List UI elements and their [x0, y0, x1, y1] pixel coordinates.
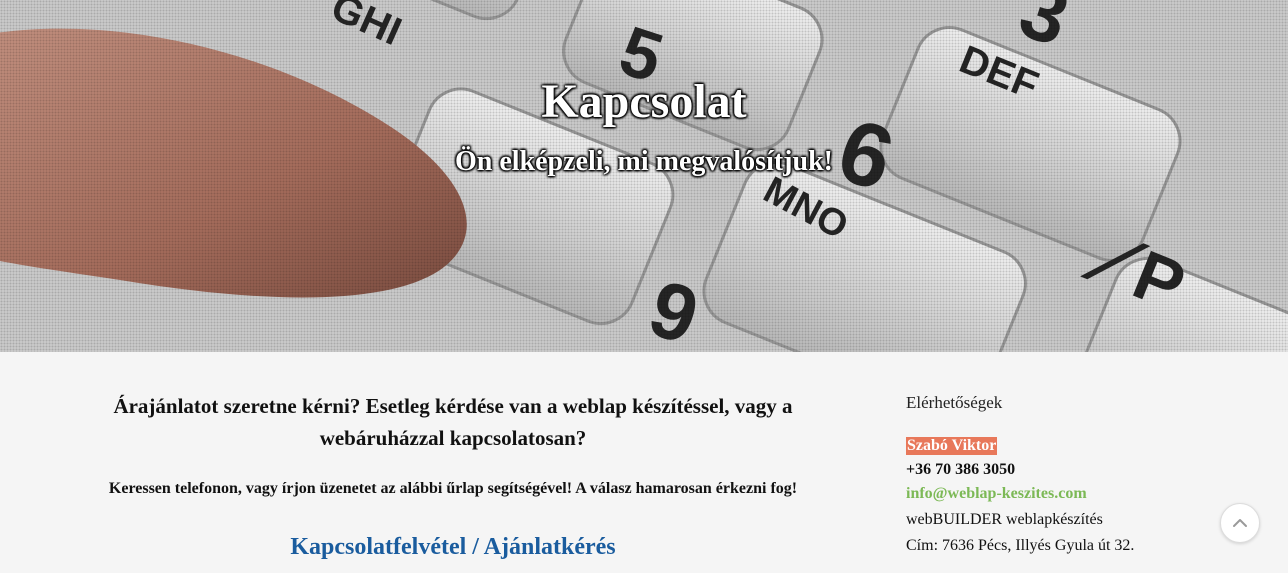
intro-heading: Árajánlatot szeretne kérni? Esetleg kérd…	[113, 394, 793, 450]
scroll-to-top-button[interactable]	[1220, 503, 1260, 543]
contact-sidebar: Elérhetőségek Szabó Viktor +36 70 386 30…	[906, 393, 1206, 559]
contact-name: Szabó Viktor	[906, 437, 998, 455]
sidebar-heading: Elérhetőségek	[906, 393, 1003, 412]
chevron-up-icon	[1233, 519, 1247, 527]
contact-email[interactable]: info@weblap-keszites.com	[906, 481, 1206, 507]
hero-banner: 5 3 DEF 6 MNO ⟋P 9 GHI Kapcsolat Ön elké…	[0, 0, 1288, 352]
contact-phone[interactable]: +36 70 386 3050	[906, 461, 1015, 478]
contact-address: Cím: 7636 Pécs, Illyés Gyula út 32.	[906, 537, 1135, 554]
intro-text: Keressen telefonon, vagy írjon üzenetet …	[108, 480, 798, 497]
page-title: Kapcsolat	[541, 75, 747, 128]
contact-company: webBUILDER weblapkészítés	[906, 511, 1103, 528]
main-content: Árajánlatot szeretne kérni? Esetleg kérd…	[100, 390, 806, 561]
page-subtitle: Ön elképzeli, mi megvalósítjuk!	[455, 146, 833, 177]
contact-form-title: Kapcsolatfelvétel / Ajánlatkérés	[290, 534, 616, 560]
contact-phone-row: +36 70 386 3050	[906, 453, 1206, 481]
